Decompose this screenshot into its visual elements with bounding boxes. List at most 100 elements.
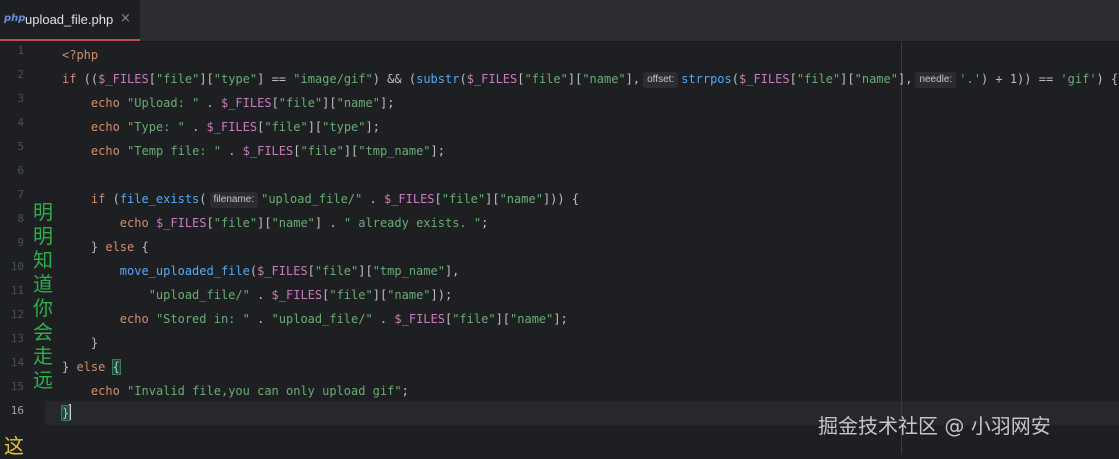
punct: . bbox=[249, 312, 272, 326]
punct: ; bbox=[481, 216, 489, 230]
punct: } bbox=[62, 360, 77, 374]
string: "type" bbox=[322, 120, 366, 134]
code-line-14[interactable]: } else { bbox=[62, 355, 121, 379]
string: "name" bbox=[854, 72, 898, 86]
variable: $_FILES bbox=[220, 96, 272, 110]
code-line-8[interactable]: echo $_FILES["file"]["name"] . " already… bbox=[62, 211, 489, 235]
line-number: 15 bbox=[10, 380, 24, 393]
param-hint-filename: filename: bbox=[209, 192, 259, 208]
string: "Invalid file,you can only upload gif" bbox=[127, 384, 402, 398]
string: "file" bbox=[329, 288, 373, 302]
string: "name" bbox=[582, 72, 626, 86]
string: "upload_file/" bbox=[261, 192, 363, 206]
line-number: 4 bbox=[17, 116, 24, 129]
variable: $_FILES bbox=[257, 264, 308, 278]
code-line-15[interactable]: echo "Invalid file,you can only upload g… bbox=[62, 379, 409, 403]
punct: ][ bbox=[307, 120, 323, 134]
string: "name" bbox=[510, 312, 554, 326]
punct: ][ bbox=[840, 72, 855, 86]
code-line-11[interactable]: "upload_file/" . $_FILES["file"]["name"]… bbox=[62, 283, 453, 307]
code-line-7[interactable]: if (file_exists(filename: "upload_file/" … bbox=[62, 187, 579, 211]
param-hint-offset: offset: bbox=[643, 72, 679, 88]
variable: $_FILES bbox=[466, 72, 518, 86]
punct: [ bbox=[271, 96, 279, 110]
variable: $_FILES bbox=[98, 72, 149, 86]
string: "upload_file/" bbox=[271, 312, 373, 326]
string: "Stored in: " bbox=[155, 312, 250, 326]
code-line-16[interactable]: } bbox=[60, 401, 72, 425]
code-line-10[interactable]: move_uploaded_file($_FILES["file"]["tmp_… bbox=[62, 259, 460, 283]
punct: ], bbox=[625, 72, 641, 86]
string: "file" bbox=[264, 120, 308, 134]
punct: . bbox=[199, 96, 221, 110]
punct: } bbox=[90, 240, 106, 254]
line-number: 2 bbox=[17, 68, 24, 81]
string: "file" bbox=[213, 216, 258, 230]
line-number: 10 bbox=[10, 260, 24, 273]
keyword: echo bbox=[119, 312, 149, 326]
line-number: 14 bbox=[10, 356, 24, 369]
punct: ][ bbox=[358, 264, 373, 278]
string: "file" bbox=[524, 72, 568, 86]
matched-brace: } bbox=[60, 405, 71, 421]
punct: . bbox=[372, 312, 395, 326]
right-margin-guide bbox=[901, 42, 902, 454]
punct: . bbox=[362, 192, 384, 206]
punct: [ bbox=[148, 72, 156, 86]
punct: ]; bbox=[365, 120, 380, 134]
punct: ][ bbox=[322, 96, 337, 110]
punct: ( bbox=[105, 192, 120, 206]
punct: ) { bbox=[1096, 72, 1119, 86]
punct: ( bbox=[731, 72, 739, 86]
php-file-icon: php bbox=[4, 13, 26, 24]
string: "Upload: " bbox=[127, 96, 200, 110]
code-line-13[interactable]: } bbox=[62, 331, 98, 355]
keyword: if bbox=[90, 192, 106, 206]
punct: ; bbox=[401, 384, 409, 398]
keyword: if bbox=[62, 72, 77, 86]
line-number: 13 bbox=[10, 332, 24, 345]
code-line-12[interactable]: echo "Stored in: " . "upload_file/" . $_… bbox=[62, 307, 568, 331]
close-icon[interactable]: × bbox=[120, 11, 131, 26]
punct: ][ bbox=[372, 288, 388, 302]
punct: ( bbox=[249, 264, 258, 278]
punct: ]; bbox=[430, 144, 445, 158]
function-call: strrpos bbox=[681, 72, 732, 86]
variable: $_FILES bbox=[206, 120, 258, 134]
string: "tmp_name" bbox=[372, 264, 445, 278]
keyword: echo bbox=[119, 216, 149, 230]
line-number: 1 bbox=[17, 44, 24, 57]
variable: $_FILES bbox=[394, 312, 445, 326]
code-line-1[interactable]: <?php bbox=[62, 43, 98, 67]
string: '.' bbox=[959, 72, 981, 86]
keyword: else bbox=[105, 240, 135, 254]
code-line-5[interactable]: echo "Temp file: " . $_FILES["file"]["tm… bbox=[62, 139, 445, 163]
line-number: 7 bbox=[17, 188, 24, 201]
tab-upload-file[interactable]: php upload_file.php × bbox=[0, 0, 140, 41]
code-line-2[interactable]: if (($_FILES["file"]["type"] == "image/g… bbox=[62, 67, 1118, 91]
punct: } bbox=[90, 336, 99, 350]
punct: ][ bbox=[495, 312, 511, 326]
line-number: 8 bbox=[17, 212, 24, 225]
code-line-4[interactable]: echo "Type: " . $_FILES["file"]["type"]; bbox=[62, 115, 380, 139]
punct: ]; bbox=[379, 96, 395, 110]
punct: [ bbox=[206, 216, 214, 230]
code-line-9[interactable]: } else { bbox=[62, 235, 149, 259]
punct: ] . bbox=[314, 216, 344, 230]
string: "image/gif" bbox=[293, 72, 373, 86]
code-line-3[interactable]: echo "Upload: " . $_FILES["file"]["name"… bbox=[62, 91, 395, 115]
punct: ][ bbox=[257, 216, 272, 230]
punct: ], bbox=[444, 264, 460, 278]
variable: $_FILES bbox=[155, 216, 207, 230]
punct: ) && ( bbox=[372, 72, 417, 86]
punct: [ bbox=[789, 72, 797, 86]
punct: ][ bbox=[343, 144, 359, 158]
punct: ]); bbox=[430, 288, 453, 302]
php-open-tag: <?php bbox=[62, 48, 99, 62]
function-call: file_exists bbox=[119, 192, 200, 206]
punct bbox=[105, 360, 112, 374]
punct: ])) { bbox=[542, 192, 580, 206]
string: "file" bbox=[278, 96, 323, 110]
punct: ] == bbox=[257, 72, 294, 86]
function-call: substr bbox=[416, 72, 460, 86]
